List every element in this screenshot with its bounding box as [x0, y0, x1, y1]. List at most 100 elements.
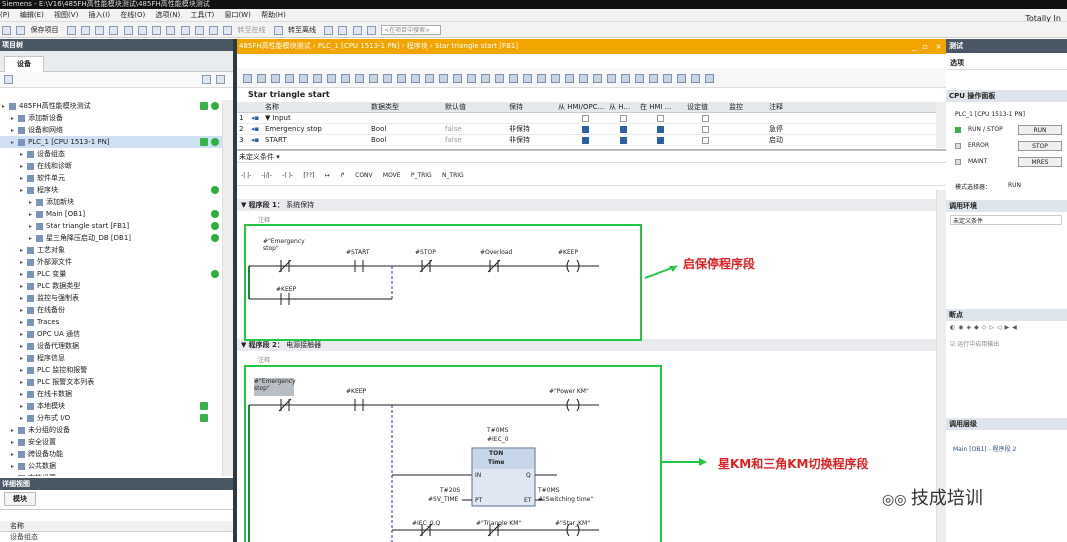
call-env-select[interactable]: 未定义条件 — [950, 215, 1062, 225]
detail-name-row[interactable]: 设备组态 — [0, 532, 233, 542]
tab-modules[interactable]: 模块 — [4, 492, 36, 506]
tree-item[interactable]: ▸ Main [OB1] — [0, 208, 222, 220]
stop-button[interactable]: STOP — [1018, 141, 1062, 151]
simulation-icon[interactable] — [209, 25, 219, 35]
cpu-panel-header[interactable]: CPU 操作面板 — [946, 90, 1067, 102]
tree-item[interactable]: ▸ Traces — [0, 316, 222, 328]
cross-ref-icon[interactable] — [338, 25, 348, 35]
mres-button[interactable]: MRES — [1018, 157, 1062, 167]
overview-icon[interactable] — [4, 75, 13, 84]
editor-tool-icon[interactable] — [425, 73, 434, 83]
coil-icon[interactable]: -( )- — [282, 172, 293, 179]
editor-tool-icon[interactable] — [299, 73, 308, 83]
op-conv[interactable]: CONV — [355, 172, 373, 179]
col-name[interactable]: 名称 — [265, 102, 279, 113]
download-icon[interactable] — [180, 25, 190, 35]
go-online-icon[interactable] — [223, 25, 233, 35]
run-button[interactable]: RUN — [1018, 125, 1062, 135]
tree-item[interactable]: ▸ 软件单元 — [0, 172, 222, 184]
editor-tool-icon[interactable] — [551, 73, 560, 83]
tree-item[interactable]: ▸ 设备代理数据 — [0, 340, 222, 352]
tree-item[interactable]: ▸ 在线和诊断 — [0, 160, 222, 172]
copy-icon[interactable] — [95, 25, 105, 35]
redo-icon[interactable] — [152, 25, 162, 35]
tree-item[interactable]: ▸ 跨设备功能 — [0, 448, 222, 460]
save-icon[interactable] — [16, 25, 26, 35]
tree-item[interactable]: ▸ PLC 变量 — [0, 268, 222, 280]
tree-item[interactable]: ▸ 程序块 — [0, 184, 222, 196]
paste-icon[interactable] — [109, 25, 119, 35]
tree-item[interactable]: ▸ 程序信息 — [0, 352, 222, 364]
interface-checkbox[interactable] — [702, 126, 709, 133]
tree-item[interactable]: ▸ 485FH高性能模块测试 — [0, 100, 222, 112]
menu-options[interactable]: 选项(N) — [156, 11, 181, 19]
save-project-button[interactable]: 保存项目 — [30, 26, 58, 34]
editor-tool-icon[interactable] — [453, 73, 462, 83]
detail-view-title[interactable]: 详细视图 — [0, 478, 233, 490]
tree-item[interactable]: ▸ 安全设置 — [0, 436, 222, 448]
restore-icon[interactable]: ▫ — [923, 39, 928, 54]
tree-item[interactable]: ▸ PLC 报警文本列表 — [0, 376, 222, 388]
editor-tool-icon[interactable] — [383, 73, 392, 83]
col-type[interactable]: 数据类型 — [371, 102, 399, 113]
interface-checkbox[interactable] — [620, 137, 627, 144]
menu-help[interactable]: 帮助(H) — [261, 11, 286, 19]
tree-scrollbar[interactable] — [222, 100, 233, 476]
editor-tool-icon[interactable] — [677, 73, 686, 83]
op-ptrig[interactable]: P_TRIG — [411, 172, 432, 179]
split-v-icon[interactable] — [366, 25, 376, 35]
call-hierarchy-link[interactable]: Main [OB1] - 程序段 2 — [953, 444, 1016, 453]
go-online-button[interactable]: 转至在线 — [238, 26, 266, 34]
editor-tool-icon[interactable] — [663, 73, 672, 83]
go-offline-button[interactable]: 转至离线 — [288, 26, 316, 34]
col-default[interactable]: 默认值 — [445, 102, 466, 113]
tree-item[interactable]: ▸ 星三角降压启动_DB [DB1] — [0, 232, 222, 244]
call-hierarchy-header[interactable]: 调用层级 — [946, 418, 1067, 430]
tree-item[interactable]: ▸ 未分组的设备 — [0, 424, 222, 436]
editor-tool-icon[interactable] — [607, 73, 616, 83]
editor-tool-icon[interactable] — [593, 73, 602, 83]
menu-edit[interactable]: 编辑(E) — [20, 11, 44, 19]
editor-tool-icon[interactable] — [565, 73, 574, 83]
contact-no-icon[interactable]: -| |- — [241, 172, 251, 179]
interface-row[interactable]: 1 ▼ Input ◂▪ — [237, 113, 936, 124]
editor-tool-icon[interactable] — [369, 73, 378, 83]
editor-tool-icon[interactable] — [635, 73, 644, 83]
tree-item[interactable]: ▸ 文档设置 — [0, 472, 222, 476]
tree-item[interactable]: ▸ 设备和网络 — [0, 124, 222, 136]
editor-tool-icon[interactable] — [327, 73, 336, 83]
interface-row[interactable]: 3 START Bool false 非保持 启动 ◂▪ — [237, 135, 936, 146]
editor-tool-icon[interactable] — [691, 73, 700, 83]
op-ntrig[interactable]: N_TRIG — [442, 172, 464, 179]
interface-scrollbar[interactable] — [936, 102, 946, 148]
undo-icon[interactable] — [137, 25, 147, 35]
interface-checkbox[interactable] — [657, 115, 664, 122]
tree-item[interactable]: ▸ 分布式 I/O — [0, 412, 222, 424]
tree-sort-icon[interactable] — [216, 75, 225, 84]
tree-item[interactable]: ▸ 本地模块 — [0, 400, 222, 412]
editor-tool-icon[interactable] — [257, 73, 266, 83]
interface-checkbox[interactable] — [702, 137, 709, 144]
interface-checkbox[interactable] — [582, 126, 589, 133]
col-hmi-visible[interactable]: 在 HMI ... — [640, 102, 672, 113]
call-env-header[interactable]: 调用环境 — [946, 200, 1067, 212]
col-comment[interactable]: 注释 — [769, 102, 783, 113]
col-monitor[interactable]: 监控 — [729, 102, 743, 113]
interface-checkbox[interactable] — [620, 126, 627, 133]
tree-view-icon[interactable] — [202, 75, 211, 84]
editor-tool-icon[interactable] — [243, 73, 252, 83]
col-retain[interactable]: 保持 — [509, 102, 523, 113]
condition-chevron-icon[interactable]: ▾ — [276, 153, 280, 161]
delete-icon[interactable] — [123, 25, 133, 35]
menu-project[interactable]: (P) — [0, 11, 10, 19]
editor-tool-icon[interactable] — [439, 73, 448, 83]
new-project-icon[interactable] — [2, 25, 11, 35]
tree-item[interactable]: ▸ PLC 数据类型 — [0, 280, 222, 292]
open-branch-icon[interactable]: ↦ — [325, 172, 330, 179]
print-icon[interactable] — [66, 25, 76, 35]
editor-tool-icon[interactable] — [271, 73, 280, 83]
editor-tool-icon[interactable] — [523, 73, 532, 83]
tree-item[interactable]: ▸ 监控与强制表 — [0, 292, 222, 304]
op-move[interactable]: MOVE — [383, 172, 401, 179]
editor-tool-icon[interactable] — [621, 73, 630, 83]
